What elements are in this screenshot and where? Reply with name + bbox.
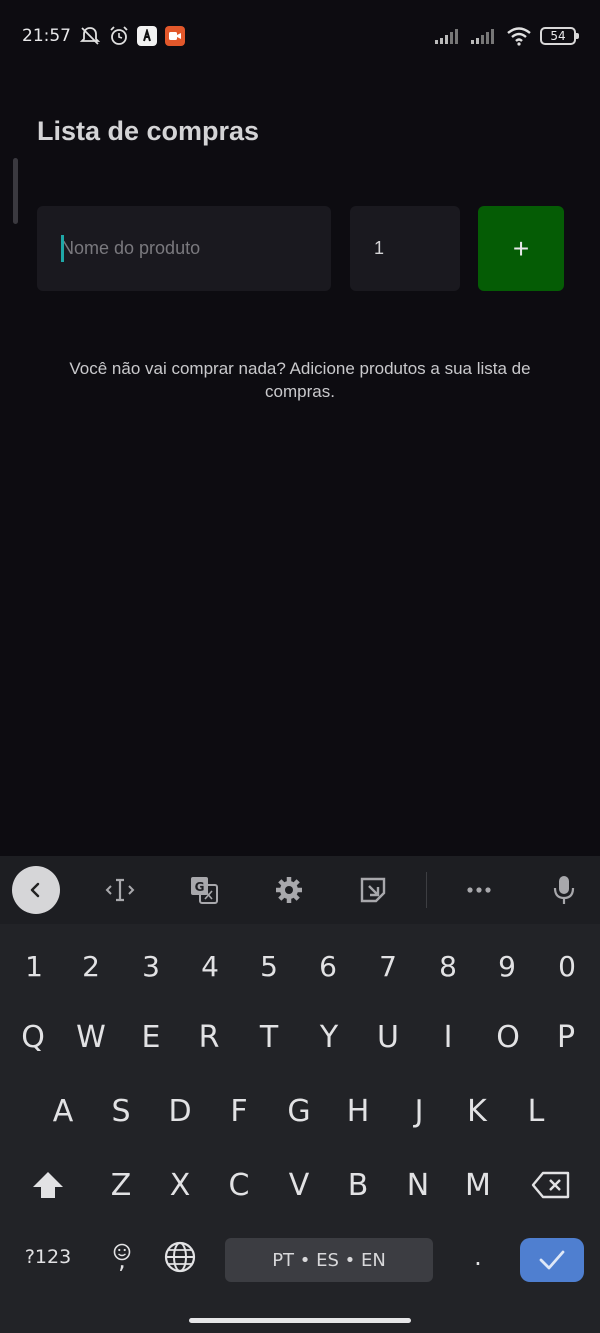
key-k[interactable]: K (453, 1082, 501, 1140)
text-caret (61, 235, 64, 262)
signal-icon (470, 27, 498, 45)
keyboard: G 1 2 3 4 5 6 7 8 9 0 Q W E R T Y U I O … (0, 856, 600, 1333)
emoji-comma-key[interactable]: , (98, 1228, 146, 1286)
status-bar: 21:57 54 (0, 0, 600, 72)
battery-icon: 54 (540, 27, 579, 45)
app-badge-icon (137, 26, 157, 46)
alarm-icon (109, 26, 129, 46)
key-f[interactable]: F (215, 1082, 263, 1140)
key-d[interactable]: D (156, 1082, 204, 1140)
key-x[interactable]: X (156, 1156, 204, 1214)
back-icon[interactable] (12, 866, 60, 914)
key-v[interactable]: V (275, 1156, 323, 1214)
key-a[interactable]: A (39, 1082, 87, 1140)
cursor-icon[interactable] (96, 866, 144, 914)
key-7[interactable]: 7 (364, 937, 412, 995)
key-n[interactable]: N (394, 1156, 442, 1214)
key-i[interactable]: I (424, 1008, 472, 1066)
key-u[interactable]: U (364, 1008, 412, 1066)
translate-icon[interactable]: G (180, 866, 228, 914)
key-2[interactable]: 2 (67, 937, 115, 995)
wifi-icon (506, 26, 532, 46)
enter-check-icon[interactable] (520, 1238, 584, 1282)
key-q[interactable]: Q (9, 1008, 57, 1066)
gear-icon[interactable] (265, 866, 313, 914)
backspace-icon[interactable] (527, 1156, 575, 1214)
key-c[interactable]: C (215, 1156, 263, 1214)
svg-text:G: G (195, 880, 205, 894)
empty-list-message: Você não vai comprar nada? Adicione prod… (69, 359, 531, 401)
key-w[interactable]: W (67, 1008, 115, 1066)
key-3[interactable]: 3 (127, 937, 175, 995)
key-g[interactable]: G (275, 1082, 323, 1140)
key-s[interactable]: S (97, 1082, 145, 1140)
mic-icon[interactable] (540, 866, 588, 914)
more-icon[interactable] (455, 866, 503, 914)
key-p[interactable]: P (542, 1008, 590, 1066)
quantity-input[interactable]: 1 (350, 206, 460, 291)
key-m[interactable]: M (454, 1156, 502, 1214)
status-right: 54 (434, 26, 579, 46)
key-z[interactable]: Z (97, 1156, 145, 1214)
key-5[interactable]: 5 (245, 937, 293, 995)
scroll-indicator[interactable] (13, 158, 18, 224)
symbols-key[interactable]: ?123 (18, 1228, 78, 1286)
key-4[interactable]: 4 (186, 937, 234, 995)
globe-icon[interactable] (156, 1228, 204, 1286)
period-key[interactable]: . (454, 1228, 502, 1286)
add-product-form: 1 + (37, 206, 564, 291)
shift-icon[interactable] (24, 1156, 72, 1214)
key-y[interactable]: Y (305, 1008, 353, 1066)
key-h[interactable]: H (334, 1082, 382, 1140)
key-6[interactable]: 6 (304, 937, 352, 995)
toolbar-divider (426, 872, 427, 908)
key-o[interactable]: O (484, 1008, 532, 1066)
key-t[interactable]: T (245, 1008, 293, 1066)
key-1[interactable]: 1 (10, 937, 58, 995)
key-9[interactable]: 9 (483, 937, 531, 995)
sticker-icon[interactable] (349, 866, 397, 914)
key-0[interactable]: 0 (543, 937, 591, 995)
page-title: Lista de compras (37, 116, 260, 146)
navigation-handle[interactable] (189, 1318, 411, 1323)
notifications-off-icon (79, 26, 101, 46)
key-j[interactable]: J (395, 1082, 443, 1140)
status-left: 21:57 (22, 26, 185, 46)
clock: 21:57 (22, 26, 71, 46)
key-e[interactable]: E (127, 1008, 175, 1066)
key-8[interactable]: 8 (424, 937, 472, 995)
video-badge-icon (165, 26, 185, 46)
product-name-input[interactable] (37, 206, 331, 291)
space-key[interactable]: PT • ES • EN (225, 1238, 433, 1282)
key-l[interactable]: L (512, 1082, 560, 1140)
keyboard-toolbar: G (0, 856, 600, 924)
key-r[interactable]: R (185, 1008, 233, 1066)
comma-label: , (118, 1246, 126, 1274)
signal-icon (434, 27, 462, 45)
key-b[interactable]: B (334, 1156, 382, 1214)
add-product-button[interactable]: + (478, 206, 564, 291)
